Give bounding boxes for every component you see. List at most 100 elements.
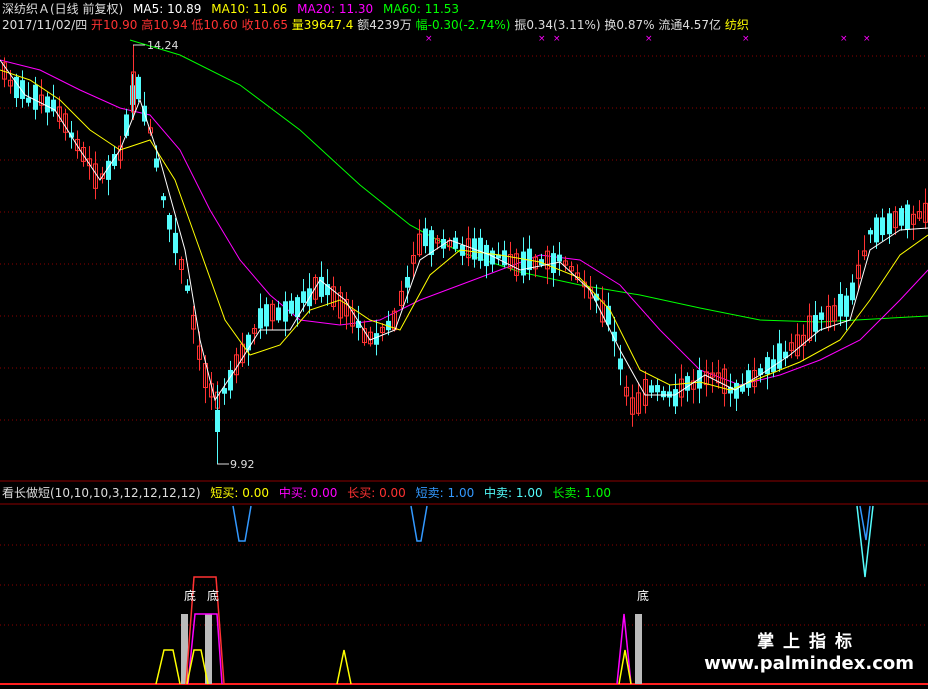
candle-body-down <box>868 230 873 235</box>
candle-body-down <box>819 312 824 320</box>
industry: 纺织 <box>724 18 749 32</box>
ma5-value: MA5: 10.89 <box>133 2 202 16</box>
candle-body-down <box>850 282 855 301</box>
candle-body-down <box>655 385 660 393</box>
candle-body-down <box>264 304 269 327</box>
candle-body-down <box>734 382 739 399</box>
price-grid <box>0 55 928 626</box>
candle-body-down <box>33 84 38 110</box>
candle-body-down <box>484 244 489 267</box>
high-price: 高10.94 <box>141 18 188 32</box>
candle-body-down <box>521 251 526 276</box>
low-price: 低10.60 <box>191 18 238 32</box>
candle-body-down <box>874 217 879 243</box>
long-sell-value: 长卖: 1.00 <box>552 486 612 500</box>
ma60-value: MA60: 11.53 <box>383 2 460 16</box>
candle-body-down <box>618 358 623 370</box>
volume-bar <box>635 614 642 684</box>
candle-body-down <box>667 391 672 398</box>
ma10-path <box>0 69 928 391</box>
ma10-value: MA10: 11.06 <box>211 2 288 16</box>
candle-body-down <box>887 213 892 235</box>
short-buy-value: 短买: 0.00 <box>210 486 269 500</box>
mid-sell-value: 中卖: 1.00 <box>484 486 543 500</box>
candle-body-down <box>258 308 263 329</box>
short-sell-signal <box>859 505 871 541</box>
candle-body-down <box>899 208 904 226</box>
watermark: 掌上指标 www.palmindex.com <box>704 631 914 675</box>
amplitude: 振0.34(3.11%) <box>514 18 601 32</box>
signal-marker: × <box>425 34 433 44</box>
candle-body-down <box>26 97 31 103</box>
candle-body-down <box>154 158 159 168</box>
mid-buy-value: 中买: 0.00 <box>278 486 338 500</box>
close-price: 收10.65 <box>241 18 288 32</box>
candle-body-down <box>746 370 751 388</box>
open-price: 开10.90 <box>91 18 138 32</box>
indicator-header: 看长做短(10,10,10,3,12,12,12,12) 短买: 0.00 中买… <box>2 486 617 500</box>
candle-body-down <box>173 232 178 254</box>
quote-date: 2017/11/02/四 <box>2 18 88 32</box>
ma-header: 深纺织Ａ(日线 前复权) MA5: 10.89 MA10: 11.06 MA20… <box>2 2 465 16</box>
candle-body-down <box>844 295 849 317</box>
bottom-signal-label: 底 <box>637 588 649 603</box>
volume: 量39647.4 <box>291 18 354 32</box>
stock-name: 深纺织Ａ(日线 前复权) <box>2 2 124 16</box>
candle-body-down <box>374 333 379 345</box>
indicator-name[interactable]: 看长做短(10,10,10,3,12,12,12,12) <box>2 486 201 500</box>
short-buy-signal <box>155 649 181 685</box>
candle-body-down <box>777 343 782 369</box>
watermark-url: www.palmindex.com <box>704 653 914 674</box>
ma20-path <box>0 59 928 386</box>
candle-body-down <box>905 204 910 230</box>
signal-marker: × <box>840 34 848 44</box>
candle-body-down <box>405 276 410 288</box>
bottom-signal-label: 底 <box>184 588 196 603</box>
bottom-signal-label: 底 <box>207 588 219 603</box>
ma10-line <box>0 69 928 391</box>
high-price-label: 14.24 <box>147 39 179 52</box>
candle-body-down <box>880 217 885 236</box>
short-buy-signal <box>336 649 352 685</box>
candle-body-down <box>130 85 135 105</box>
signal-marker: × <box>863 34 871 44</box>
signal-marker: × <box>538 34 546 44</box>
short-sell-signal <box>232 505 252 542</box>
ma20-line <box>0 59 928 386</box>
candle-body-down <box>161 196 166 201</box>
short-sell-signal <box>410 505 428 542</box>
candle-body-down <box>661 390 666 398</box>
candle-body-down <box>301 291 306 303</box>
candle-body-down <box>185 285 190 291</box>
quote-info-bar: 2017/11/02/四 开10.90 高10.94 低10.60 收10.65… <box>2 18 749 32</box>
candle-body-down <box>649 385 654 393</box>
top-markers: × × × × × × × <box>425 34 871 44</box>
candle-body-down <box>557 254 562 262</box>
candle-body-down <box>283 301 288 322</box>
change: 幅-0.30(-2.74%) <box>415 18 511 32</box>
kline-chart-canvas[interactable]: × × × × × × × 14.24 9.92 底 底 底 <box>0 0 928 689</box>
candle-body-down <box>136 76 141 100</box>
candle-body-down <box>167 215 172 230</box>
candle-body-down <box>423 228 428 247</box>
signal-marker: × <box>742 34 750 44</box>
signal-marker: × <box>645 34 653 44</box>
candle-body-down <box>838 293 843 317</box>
turnover: 换0.87% <box>604 18 655 32</box>
float-shares: 流通4.57亿 <box>658 18 722 32</box>
ma5-line <box>0 59 928 402</box>
candle-body-down <box>215 410 220 432</box>
amount: 额4239万 <box>357 18 412 32</box>
candle-body-down <box>45 96 50 113</box>
watermark-cn: 掌上指标 <box>757 632 862 652</box>
signal-marker: × <box>553 34 561 44</box>
candle-body-down <box>276 307 281 321</box>
short-sell-value: 短卖: 1.00 <box>415 486 475 500</box>
mid-sell-signal <box>856 505 874 578</box>
ma5-path <box>0 59 928 402</box>
long-buy-value: 长买: 0.00 <box>347 486 406 500</box>
low-price-label: 9.92 <box>230 458 255 471</box>
candle-body-down <box>813 315 818 332</box>
candle-body-down <box>289 300 294 314</box>
candle-body-down <box>478 237 483 261</box>
